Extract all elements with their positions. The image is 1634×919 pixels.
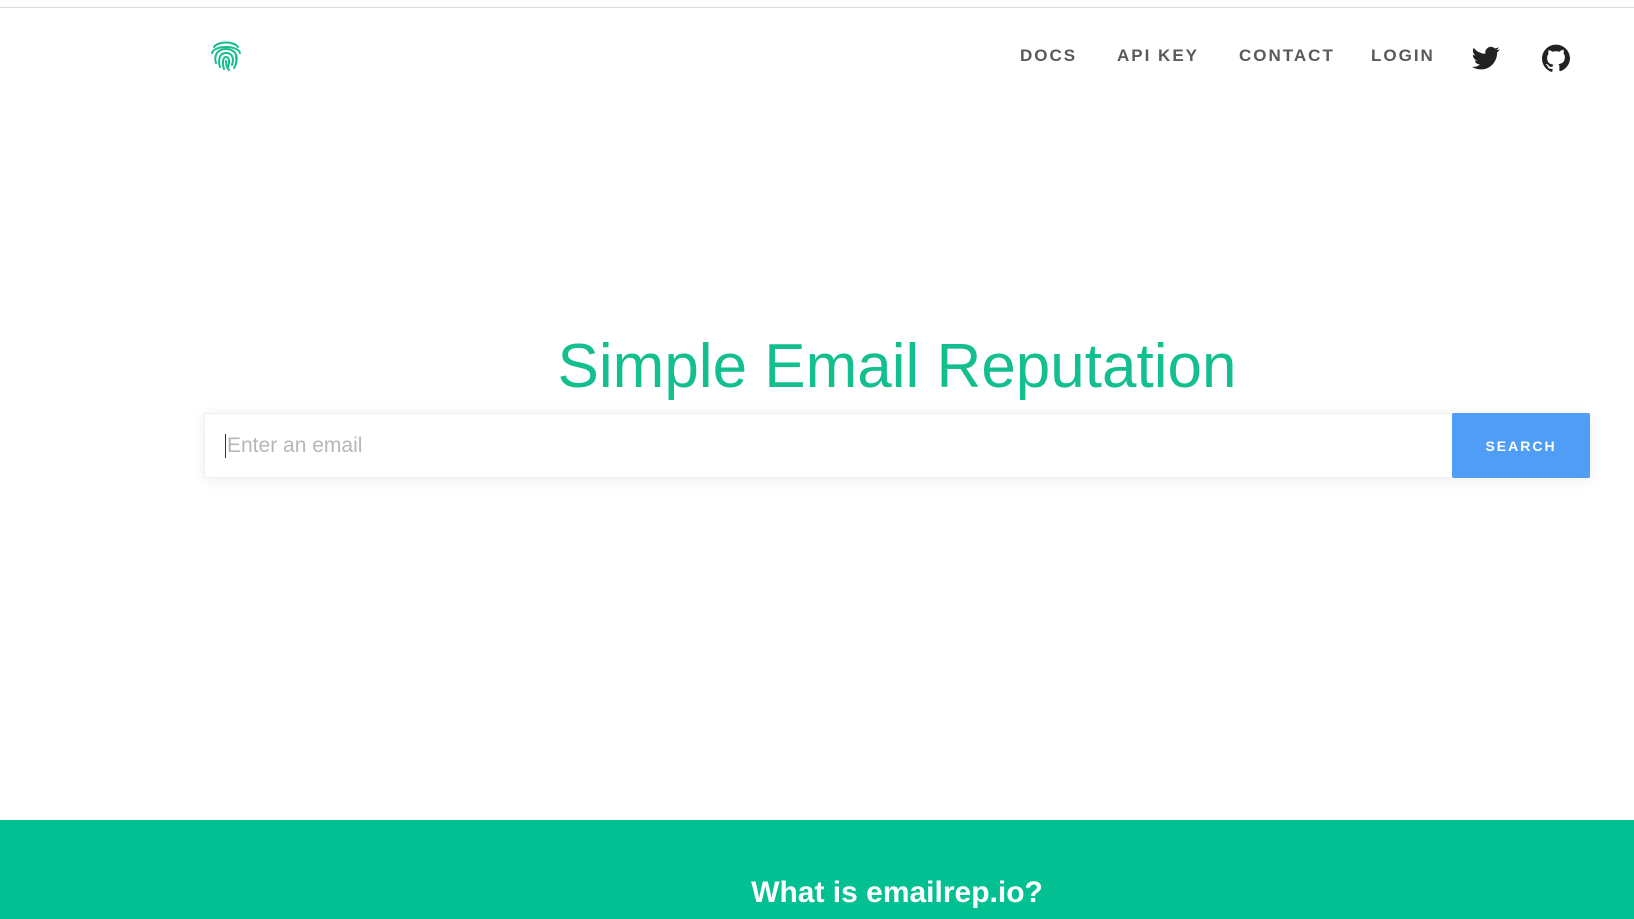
top-navigation: DOCS API KEY CONTACT LOGIN bbox=[0, 44, 1634, 68]
text-cursor bbox=[225, 434, 226, 458]
github-icon[interactable] bbox=[1542, 44, 1570, 72]
email-search-input[interactable] bbox=[205, 414, 1450, 477]
search-button[interactable]: SEARCH bbox=[1452, 413, 1590, 478]
top-divider bbox=[0, 7, 1634, 8]
search-bar: SEARCH bbox=[204, 413, 1590, 478]
nav-link-contact[interactable]: CONTACT bbox=[1239, 44, 1335, 68]
info-banner-title: What is emailrep.io? bbox=[751, 875, 1043, 909]
nav-link-api-key[interactable]: API KEY bbox=[1117, 44, 1199, 68]
page: DOCS API KEY CONTACT LOGIN Simple Email … bbox=[0, 0, 1634, 919]
page-title: Simple Email Reputation bbox=[557, 331, 1237, 401]
nav-link-login[interactable]: LOGIN bbox=[1371, 44, 1435, 68]
twitter-icon[interactable] bbox=[1472, 44, 1500, 72]
nav-link-docs[interactable]: DOCS bbox=[1020, 44, 1077, 68]
